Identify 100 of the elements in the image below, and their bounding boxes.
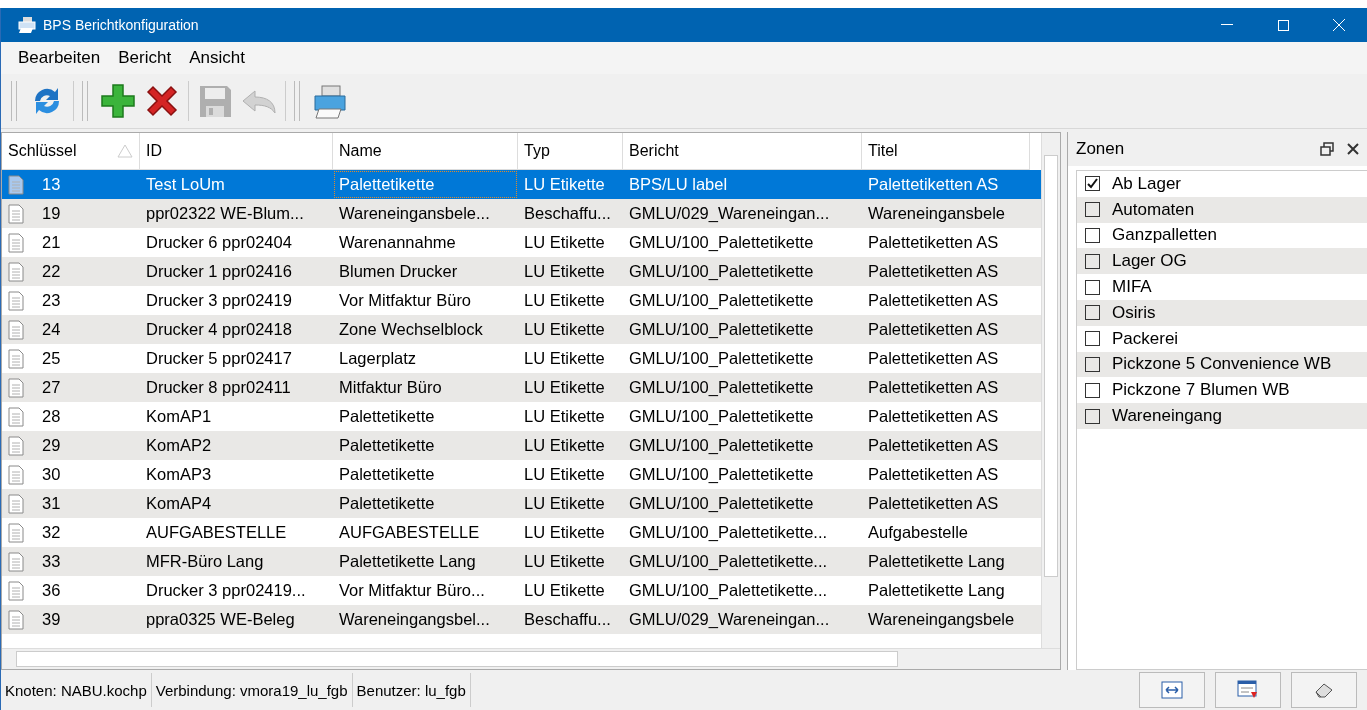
table-cell: Mitfaktur Büro [339, 378, 442, 397]
zone-label[interactable]: Osiris [1112, 302, 1156, 323]
table-cell: LU Etikette [524, 349, 605, 368]
table-cell: Wareneingangsbele [868, 610, 1015, 629]
table-cell: Drucker 1 ppr02416 [146, 262, 292, 281]
close-icon[interactable] [1333, 19, 1345, 31]
table-row[interactable]: 27 Drucker 8 ppr02411 Mitfaktur Büro LU Etikette GMLU/100_Palettetikette Palettetiketten AS [2, 373, 1041, 402]
document-icon [8, 580, 24, 601]
table-row[interactable]: 31 KomAP4 Palettetikette LU Etikette GMLU/100_Palettetikette Palettetiketten AS [2, 489, 1041, 518]
table-cell: Beschaffu... [524, 204, 611, 223]
menu-item[interactable]: Bearbeiten [9, 48, 110, 68]
table-cell: Palettetiketten AS [868, 233, 999, 252]
checkbox[interactable] [1085, 382, 1100, 398]
checkbox[interactable] [1085, 228, 1100, 243]
maximize-icon[interactable] [1277, 19, 1289, 31]
table-cell: GMLU/100_Palettetikette [629, 349, 814, 368]
checkbox[interactable] [1085, 305, 1100, 321]
table-cell: Drucker 3 ppr02419... [146, 581, 306, 600]
document-icon [8, 319, 24, 340]
zone-label[interactable]: Pickzone 7 Blumen WB [1112, 380, 1290, 401]
table-cell: GMLU/029_Wareneingan... [629, 204, 830, 223]
fit-width-icon [1161, 679, 1183, 701]
sort-arrow-icon [117, 144, 133, 158]
table-cell: LU Etikette [524, 465, 605, 484]
table-cell: ppr02322 WE-Blum... [146, 204, 304, 223]
table-cell: LU Etikette [524, 233, 605, 252]
zone-label[interactable]: MIFA [1112, 277, 1152, 298]
table-cell: MFR-Büro Lang [146, 552, 264, 571]
table-cell: Palettetiketten AS [868, 262, 999, 281]
table-cell: 25 [42, 349, 61, 368]
table-cell: Palettetiketten AS [868, 349, 999, 368]
table-cell: GMLU/100_Palettetikette... [629, 552, 828, 571]
document-icon [8, 203, 24, 224]
checkbox[interactable] [1085, 202, 1100, 218]
table-cell: Palettetiketten AS [868, 320, 999, 339]
table-cell: GMLU/100_Palettetikette [629, 233, 814, 252]
minimize-icon[interactable] [1221, 24, 1233, 26]
table-row[interactable]: 22 Drucker 1 ppr02416 Blumen Drucker LU Etikette GMLU/100_Palettetikette Palettetiketten AS [2, 257, 1041, 286]
table-cell: Palettetiketten AS [868, 494, 999, 513]
horizontal-scrollbar[interactable] [2, 648, 1060, 669]
table-row[interactable]: 21 Drucker 6 ppr02404 Warenannahme LU Etikette GMLU/100_Palettetikette Palettetiketten AS [2, 228, 1041, 257]
table-cell: ppra0325 WE-Beleg [146, 610, 295, 629]
table-cell: 19 [42, 204, 61, 223]
table-cell: GMLU/100_Palettetikette [629, 262, 814, 281]
table-cell: KomAP4 [146, 494, 212, 513]
table-cell: AUFGABESTELLE [339, 523, 480, 542]
table-row[interactable]: 30 KomAP3 Palettetikette LU Etikette GMLU/100_Palettetikette Palettetiketten AS [2, 460, 1041, 489]
checkbox[interactable] [1085, 331, 1100, 347]
table-row[interactable]: 29 KomAP2 Palettetikette LU Etikette GMLU/100_Palettetikette Palettetiketten AS [2, 431, 1041, 460]
table-row[interactable]: 36 Drucker 3 ppr02419... Vor Mitfaktur Büro... LU Etikette GMLU/100_Palettetikette... Palettetikette Lang [2, 576, 1041, 605]
checkbox[interactable] [1085, 356, 1100, 372]
checkbox[interactable] [1085, 176, 1100, 192]
checkbox[interactable] [1085, 279, 1100, 295]
zone-label[interactable]: Packerei [1112, 328, 1179, 349]
table-row[interactable]: 28 KomAP1 Palettetikette LU Etikette GMLU/100_Palettetikette Palettetiketten AS [2, 402, 1041, 431]
table-cell: LU Etikette [524, 320, 605, 339]
table-cell: Wareneingansbele... [339, 204, 490, 223]
zone-label[interactable]: Ab Lager [1112, 173, 1181, 194]
table-row[interactable]: 25 Drucker 5 ppr02417 Lagerplatz LU Etikette GMLU/100_Palettetikette Palettetiketten AS [2, 344, 1041, 373]
table-row[interactable]: 33 MFR-Büro Lang Palettetikette Lang LU Etikette GMLU/100_Palettetikette... Palettetikette Lang [2, 547, 1041, 576]
table-cell: Blumen Drucker [339, 262, 458, 281]
table-cell: GMLU/100_Palettetikette... [629, 581, 828, 600]
table-row[interactable]: 24 Drucker 4 ppr02418 Zone Wechselblock LU Etikette GMLU/100_Palettetikette Palettetiketten AS [2, 315, 1041, 344]
vertical-scrollbar[interactable] [1041, 133, 1060, 648]
status-button[interactable] [1215, 672, 1281, 708]
document-icon [8, 348, 24, 369]
table-cell: Palettetikette Lang [339, 552, 476, 571]
checkbox[interactable] [1085, 253, 1100, 269]
table-cell: LU Etikette [524, 291, 605, 310]
table-row[interactable]: 13 Test LoUm Palettetikette LU Etikette BPS/LU label Palettetiketten AS [2, 170, 1041, 199]
table-row[interactable]: 39 ppra0325 WE-Beleg Wareneingangsbel... Beschaffu... GMLU/029_Wareneingan... Wareneingangsbele [2, 605, 1041, 634]
table-cell: Vor Mitfaktur Büro... [339, 581, 485, 600]
table-cell: 21 [42, 233, 61, 252]
table-row[interactable]: 23 Drucker 3 ppr02419 Vor Mitfaktur Büro LU Etikette GMLU/100_Palettetikette Palettetiketten AS [2, 286, 1041, 315]
document-icon [8, 551, 24, 572]
table-cell: LU Etikette [524, 407, 605, 426]
table-cell: GMLU/100_Palettetikette... [629, 523, 828, 542]
table-cell: KomAP2 [146, 436, 212, 455]
table-cell: Test LoUm [146, 175, 225, 194]
table-cell: GMLU/029_Wareneingan... [629, 610, 830, 629]
zone-label[interactable]: Ganzpalletten [1112, 225, 1217, 246]
table-cell: Palettetikette [339, 436, 435, 455]
table-cell: Palettetiketten AS [868, 436, 999, 455]
menu-item[interactable]: Bericht [109, 48, 181, 68]
table-cell: Drucker 5 ppr02417 [146, 349, 292, 368]
close-icon[interactable] [1345, 141, 1361, 157]
window-title: BPS Berichtkonfiguration [43, 17, 200, 33]
menu-item[interactable]: Ansicht [180, 48, 254, 68]
restore-icon[interactable] [1319, 141, 1335, 157]
table-cell: 39 [42, 610, 61, 629]
checkbox[interactable] [1085, 408, 1100, 424]
table-cell: LU Etikette [524, 436, 605, 455]
table-cell: LU Etikette [524, 552, 605, 571]
table-row[interactable]: 32 AUFGABESTELLE AUFGABESTELLE LU Etikette GMLU/100_Palettetikette... Aufgabestelle [2, 518, 1041, 547]
table-cell: 29 [42, 436, 61, 455]
table-cell: GMLU/100_Palettetikette [629, 378, 814, 397]
table-cell: 23 [42, 291, 61, 310]
table-cell: 28 [42, 407, 61, 426]
add-icon[interactable] [98, 81, 138, 121]
table-row[interactable]: 19 ppr02322 WE-Blum... Wareneingansbele... Beschaffu... GMLU/029_Wareneingan... Wareneingansbele [2, 199, 1041, 228]
